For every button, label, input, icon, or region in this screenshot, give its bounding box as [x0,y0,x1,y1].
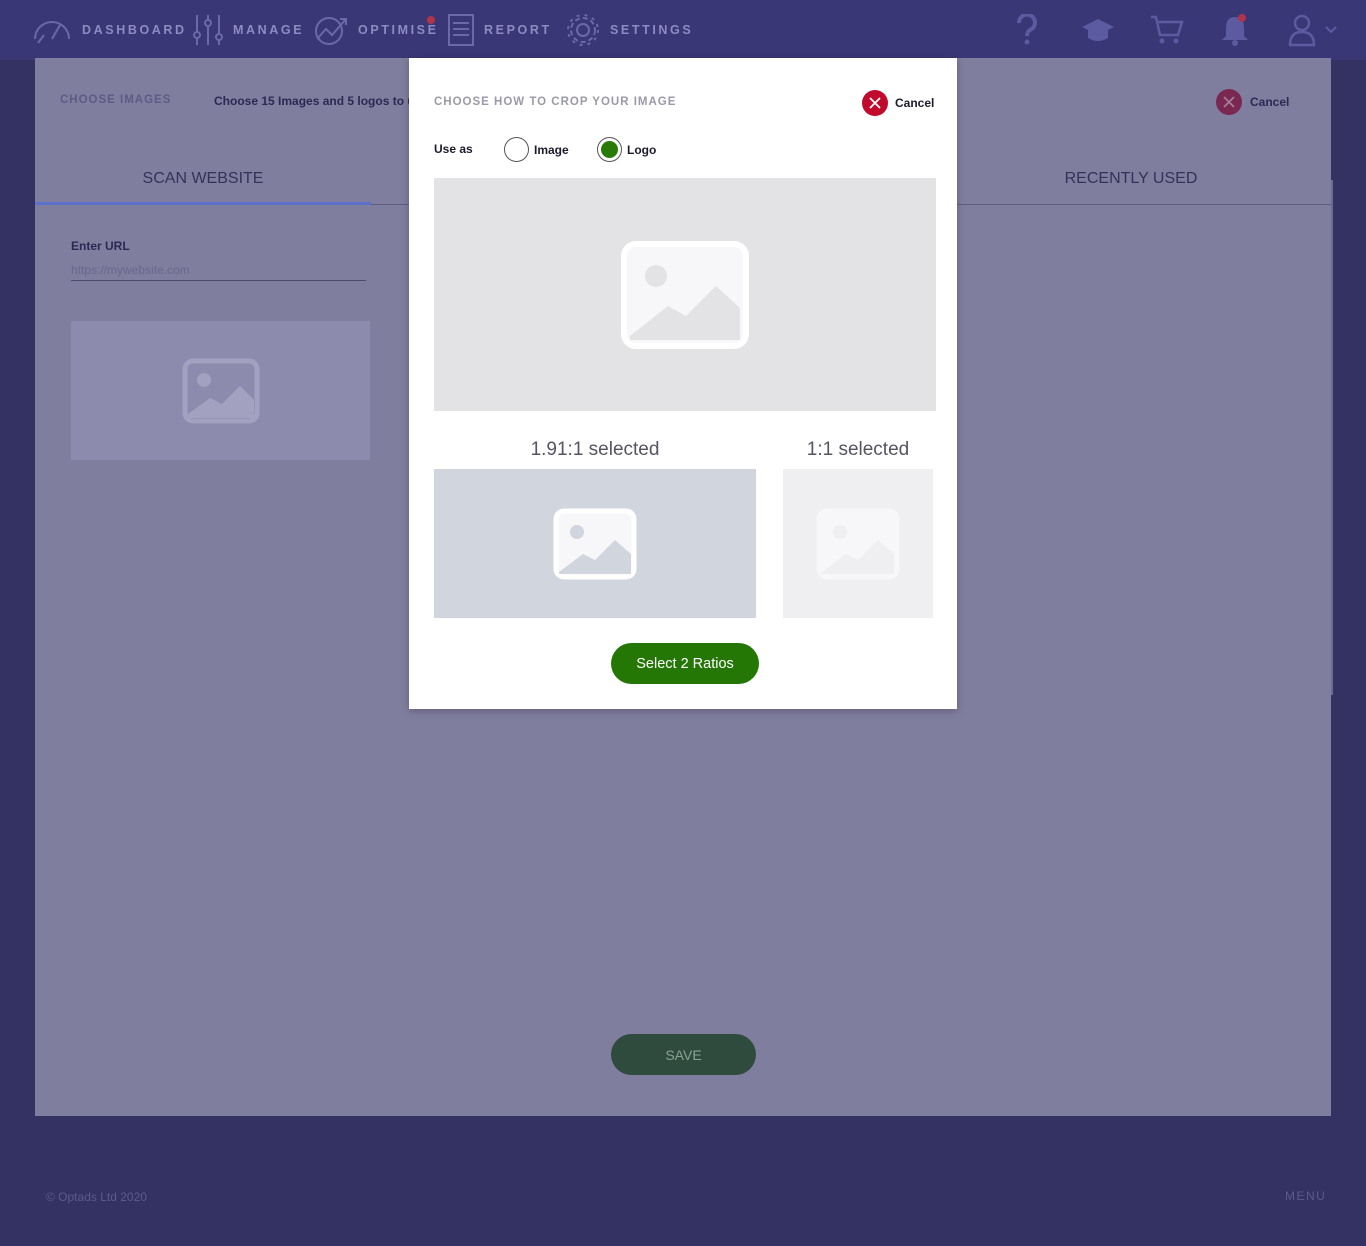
modal-cancel-button[interactable]: Cancel [862,90,934,116]
learning-button[interactable] [1080,0,1116,60]
url-label: Enter URL [71,239,130,253]
url-input[interactable] [71,259,366,281]
close-icon [1216,89,1242,115]
nav-item-optimise[interactable]: OPTIMISE [314,0,439,60]
sliders-icon [193,15,223,45]
tab-recently-used[interactable]: RECENTLY USED [1031,170,1231,188]
radio-logo[interactable]: Logo [597,137,656,162]
crop-preview-area[interactable] [434,178,936,411]
speedometer-icon [34,21,70,44]
nav-item-label: REPORT [484,23,552,37]
panel-cancel-label: Cancel [1250,95,1290,109]
scanned-image-thumbnail[interactable] [71,321,370,460]
active-tab-underline [35,202,371,205]
ratio-wide-label: 1.91:1 selected [530,439,660,460]
help-icon [1017,14,1037,45]
graduation-cap-icon [1082,19,1114,41]
modal-cancel-label: Cancel [895,96,935,110]
chevron-down-icon [1325,26,1337,34]
radio-circle [504,137,529,162]
footer-menu-link[interactable]: MENU [1285,1189,1326,1203]
footer: © Optads Ltd 2020 MENU [0,1147,1366,1246]
image-placeholder-icon [553,508,637,579]
nav-item-report[interactable]: REPORT [448,0,552,60]
image-placeholder-icon [182,358,259,423]
bell-icon [1222,14,1248,46]
radio-checked-dot [601,141,618,158]
report-document-icon [448,14,474,46]
ratio-wide-thumbnail[interactable] [434,469,756,618]
nav-item-label: DASHBOARD [82,23,187,37]
radio-image[interactable]: Image [504,137,569,162]
copyright-text: © Optads Ltd 2020 [46,1190,147,1204]
radio-logo-label: Logo [627,142,657,157]
notification-dot [427,16,435,24]
cart-icon [1151,15,1184,44]
user-menu-button[interactable] [1288,0,1338,60]
user-icon [1288,14,1316,47]
trend-chart-icon [315,17,347,45]
nav-item-label: OPTIMISE [358,23,439,37]
radio-circle-selected [597,137,622,162]
help-button[interactable] [1016,0,1038,60]
cart-button[interactable] [1150,0,1184,60]
select-ratios-button[interactable]: Select 2 Ratios [611,643,759,684]
nav-item-label: SETTINGS [610,23,694,37]
use-as-label: Use as [434,142,473,156]
radio-image-label: Image [534,142,569,157]
nav-item-settings[interactable]: SETTINGS [566,0,693,60]
save-button[interactable]: SAVE [611,1034,756,1075]
nav-item-dashboard[interactable]: DASHBOARD [32,0,187,60]
nav-item-label: MANAGE [233,23,305,37]
panel-title: CHOOSE IMAGES [60,94,172,106]
close-icon [862,90,888,116]
modal-title: CHOOSE HOW TO CROP YOUR IMAGE [434,96,677,108]
notifications-button[interactable] [1221,0,1249,60]
nav-item-manage[interactable]: MANAGE [193,0,304,60]
top-navigation: DASHBOARD MANAGE OPTIMISE REPORT SETTING… [0,0,1366,60]
ratio-square-thumbnail[interactable] [783,469,933,618]
gear-icon [567,14,599,46]
scrollbar-track [1331,180,1333,695]
tab-scan-website[interactable]: SCAN WEBSITE [35,170,371,206]
ratio-square-label: 1:1 selected [806,439,910,460]
panel-cancel-button[interactable]: Cancel [1216,89,1289,115]
crop-image-modal: CHOOSE HOW TO CROP YOUR IMAGE Cancel Use… [409,58,957,709]
panel-instructions: Choose 15 Images and 5 logos to u [214,94,415,108]
image-placeholder-icon [621,240,749,349]
image-placeholder-icon [816,508,900,579]
